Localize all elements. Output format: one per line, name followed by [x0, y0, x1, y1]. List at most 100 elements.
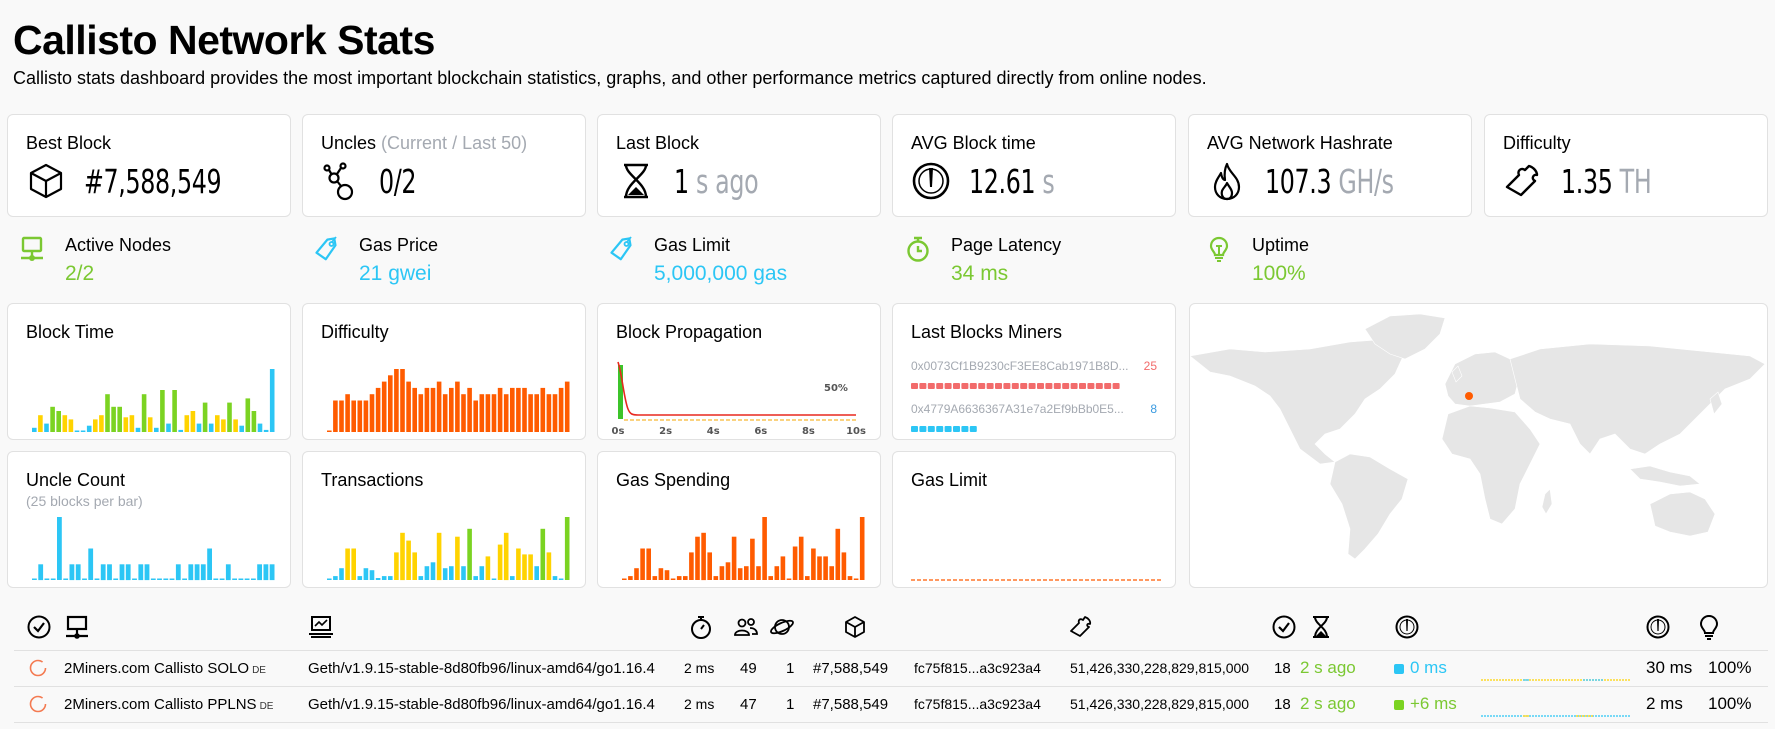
bar [558, 578, 564, 580]
bar [208, 423, 214, 432]
bar [467, 387, 472, 432]
bar [658, 568, 664, 580]
bar [737, 568, 743, 580]
node-last-block: 2 s ago [1300, 658, 1356, 677]
peers-icon[interactable] [733, 614, 759, 640]
hourglass-icon [616, 161, 656, 201]
bar [263, 429, 269, 432]
stat-card-best-block: Best Block #7,588,549 [7, 114, 291, 217]
world-map [1189, 313, 1766, 560]
stat-value: 12.61 s [969, 161, 1055, 201]
bar [244, 578, 250, 580]
laptop-chart-icon[interactable] [308, 614, 338, 640]
node-marker[interactable] [1465, 392, 1473, 400]
bar [406, 381, 411, 432]
uncles-icon [321, 161, 361, 201]
bar [442, 568, 448, 580]
table-row[interactable]: 2Miners.com Callisto PPLNS DE Geth/v1.9.1… [14, 687, 1768, 723]
bar [333, 576, 338, 580]
node-name[interactable]: 2Miners.com Callisto PPLNS DE [64, 696, 273, 713]
block-square [936, 383, 944, 389]
stat-card-hashrate: AVG Network Hashrate 107.3 GH/s [1188, 114, 1472, 217]
bar [157, 578, 162, 580]
gauge-icon[interactable] [1645, 614, 1671, 640]
bar [351, 400, 356, 432]
bar [105, 394, 110, 432]
chart-card-transactions: Transactions [302, 451, 586, 588]
bar [57, 517, 62, 580]
bar [622, 578, 627, 580]
stopwatch-icon[interactable] [688, 614, 714, 640]
node-client: Geth/v1.9.15-stable-8d80fb96/linux-amd64… [308, 660, 655, 677]
stat-card-uncles: Uncles (Current / Last 50) 0/2 [302, 114, 586, 217]
check-circle-icon[interactable] [1271, 614, 1297, 640]
gauge-icon[interactable] [1394, 614, 1420, 640]
stopwatch-icon [905, 236, 931, 262]
node-icon[interactable] [64, 614, 90, 640]
lightbulb-icon[interactable] [1696, 614, 1722, 640]
stat-value: 0/2 [379, 161, 417, 201]
bar [182, 578, 187, 580]
bar [786, 578, 792, 580]
bar [163, 578, 169, 580]
block-square [995, 383, 1002, 389]
stat-card-difficulty: Difficulty 1.35 TH [1484, 114, 1768, 217]
node-propagation: +6 ms [1394, 694, 1457, 714]
loading-ring-icon [28, 694, 48, 718]
bar [207, 548, 212, 580]
chart-card-block-time: Block Time [7, 303, 291, 440]
node-block-hash: fc75f815...a3c923a4 [914, 660, 1041, 676]
x-tick-label: 6s [754, 426, 767, 437]
bar [184, 415, 190, 432]
mini-stat-gas-price: Gas Price 21 gwei [313, 234, 438, 288]
block-square [1003, 383, 1011, 389]
bar [479, 394, 485, 432]
bar [129, 415, 135, 432]
bar [327, 430, 332, 432]
puzzle-icon[interactable] [1068, 614, 1094, 640]
cube-icon[interactable] [842, 614, 868, 640]
hourglass-icon[interactable] [1308, 614, 1334, 640]
uncle-count-chart [32, 517, 275, 581]
bar [200, 564, 206, 581]
node-uptime: 100% [1708, 658, 1752, 677]
bar [823, 556, 828, 580]
bar [227, 402, 232, 432]
bar [44, 423, 49, 432]
bar [534, 394, 539, 432]
check-circle-icon[interactable] [26, 614, 52, 640]
bar [528, 554, 533, 580]
bar [50, 578, 56, 580]
mini-stat-value: 5,000,000 gas [654, 262, 788, 285]
bar [473, 400, 478, 432]
bar [69, 564, 75, 581]
chart-card-block-propagation: Block Propagation 50% 0s 2s 4s 6s 8s 10s [597, 303, 881, 440]
bar [829, 566, 834, 580]
stat-value: 1.35 TH [1561, 161, 1652, 201]
bar [774, 566, 780, 580]
node-name[interactable]: 2Miners.com Callisto SOLO DE [64, 660, 266, 677]
mini-stat-page-latency: Page Latency 34 ms [905, 234, 1061, 288]
bar [394, 369, 399, 432]
bar [510, 387, 515, 432]
bar [147, 417, 153, 432]
bar [82, 578, 87, 580]
bar [269, 564, 275, 581]
mini-stat-label: Uptime [1252, 235, 1310, 255]
mini-stat-label: Page Latency [951, 235, 1062, 255]
table-row[interactable]: 2Miners.com Callisto SOLO DE Geth/v1.9.15… [14, 651, 1768, 687]
bar [540, 387, 546, 432]
bar [406, 540, 411, 580]
planet-icon[interactable] [769, 614, 795, 640]
bar [670, 578, 676, 580]
bar [369, 570, 375, 580]
bar [792, 546, 798, 580]
bar [269, 369, 275, 432]
bar [847, 576, 853, 580]
bar [178, 429, 183, 432]
bar [534, 566, 539, 580]
bar [634, 568, 639, 580]
gas-limit-chart [911, 579, 1161, 581]
bar [400, 369, 405, 432]
bar [762, 517, 767, 580]
